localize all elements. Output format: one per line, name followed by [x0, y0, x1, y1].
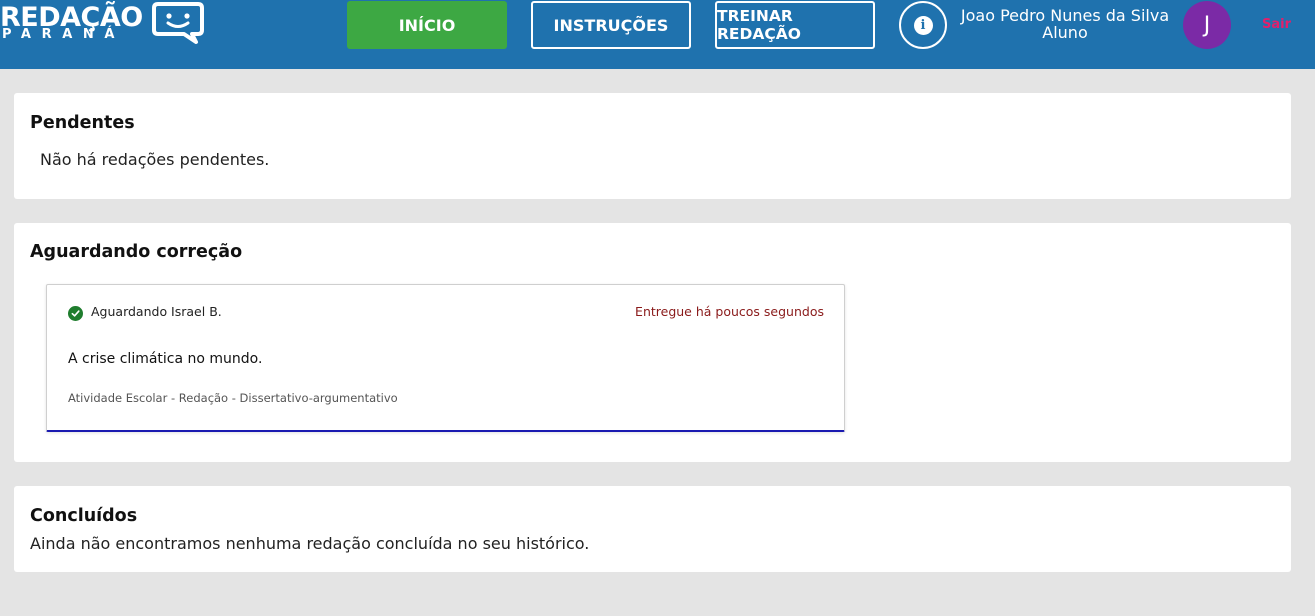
user-name: Joao Pedro Nunes da Silva — [960, 6, 1170, 25]
pending-section: Pendentes Não há redações pendentes. — [14, 93, 1291, 199]
smile-speech-bubble-icon — [152, 2, 204, 44]
check-circle-icon — [68, 306, 83, 321]
nav-practice-button[interactable]: TREINAR REDAÇÃO — [715, 1, 875, 49]
awaiting-title: Aguardando correção — [30, 242, 243, 262]
info-icon: i — [913, 15, 933, 35]
logout-link[interactable]: Sair — [1262, 17, 1291, 32]
essay-delivered-time: Entregue há poucos segundos — [635, 304, 824, 319]
top-navbar: REDAÇÃO PARANÁ INÍCIO INSTRUÇÕES TREINAR… — [0, 0, 1315, 69]
pending-empty-text: Não há redações pendentes. — [40, 150, 270, 169]
avatar[interactable]: J — [1183, 1, 1231, 49]
user-role: Aluno — [1042, 23, 1088, 42]
brand-logo[interactable]: REDAÇÃO PARANÁ — [0, 0, 205, 48]
completed-title: Concluídos — [30, 506, 138, 526]
completed-section: Concluídos Ainda não encontramos nenhuma… — [14, 486, 1291, 572]
brand-subtitle: PARANÁ — [2, 27, 126, 42]
nav-home-button[interactable]: INÍCIO — [347, 1, 507, 49]
nav-instructions-button[interactable]: INSTRUÇÕES — [531, 1, 691, 49]
essay-card[interactable]: Aguardando Israel B. Entregue há poucos … — [46, 284, 845, 432]
pending-title: Pendentes — [30, 113, 135, 133]
essay-status: Aguardando Israel B. — [91, 304, 222, 319]
essay-meta: Atividade Escolar - Redação - Dissertati… — [68, 391, 398, 405]
info-button[interactable]: i — [899, 1, 947, 49]
awaiting-section: Aguardando correção Aguardando Israel B.… — [14, 223, 1291, 462]
completed-empty-text: Ainda não encontramos nenhuma redação co… — [30, 534, 590, 553]
essay-title: A crise climática no mundo. — [68, 351, 263, 367]
